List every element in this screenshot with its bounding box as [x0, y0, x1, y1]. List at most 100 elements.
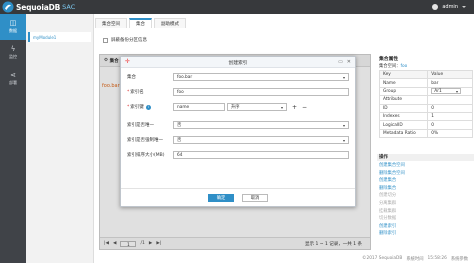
- index-name-row: *索引名 foo: [127, 88, 349, 96]
- op-create-collection[interactable]: 创建集合: [379, 177, 473, 185]
- system-params-link[interactable]: 系统参数: [451, 256, 468, 262]
- table-row: Attribute: [378, 95, 473, 105]
- attribute-table: Key Value Name bar Group Ar1 Attribute ID 0…: [378, 69, 473, 139]
- add-key-button[interactable]: +: [292, 104, 297, 111]
- op-drop-collection-space[interactable]: 删除集合空间: [379, 170, 473, 178]
- chevron-down-icon: [281, 106, 283, 109]
- op-create-collection-space[interactable]: 创建集合空间: [379, 162, 473, 170]
- key-cell: ID: [378, 103, 429, 113]
- value-cell: 0: [427, 103, 473, 113]
- tab-bar: 集合空间 集合 副助模式: [95, 14, 188, 28]
- dialog-footer: 确定 取消: [121, 188, 355, 206]
- index-name-label: 索引名: [130, 90, 144, 95]
- key-cell: LogicalID: [378, 120, 429, 130]
- share-icon: ⋖: [10, 71, 16, 79]
- tab-collection[interactable]: 集合: [129, 18, 152, 28]
- sort-buffer-input[interactable]: 64: [173, 151, 349, 159]
- time-label: 系统时间: [406, 256, 424, 262]
- cancel-button[interactable]: 取消: [242, 193, 268, 202]
- sidebar-title: 集合属性: [379, 57, 399, 62]
- sidebar-subtitle: 集合空间：foo: [379, 63, 474, 69]
- operations-header: 操作: [377, 154, 474, 161]
- user-menu[interactable]: admin: [432, 0, 466, 14]
- value-cell: 0: [427, 120, 473, 130]
- close-icon[interactable]: ✕: [347, 59, 351, 65]
- op-attach-cluster: 挂载集群: [379, 208, 397, 214]
- tab-assist-mode[interactable]: 副助模式: [154, 18, 186, 28]
- rail-item-data[interactable]: ◫ 数据: [0, 14, 26, 40]
- table-row: Group Ar1: [378, 86, 473, 97]
- enforced-select-value: 否: [177, 138, 182, 143]
- collection-row: 集合 foo.bar: [127, 73, 349, 81]
- enforced-label: 索引是否强制唯一: [127, 138, 163, 143]
- remove-key-button[interactable]: −: [302, 104, 307, 111]
- chevron-down-icon: [456, 90, 459, 93]
- op-create-index[interactable]: 创建索引: [379, 223, 473, 231]
- ok-button[interactable]: 确定: [208, 193, 234, 202]
- move-icon[interactable]: ✛: [125, 59, 130, 65]
- column-header: Key: [378, 69, 429, 80]
- value-cell: 1: [427, 111, 473, 122]
- table-header-row: Key Value: [378, 69, 473, 80]
- group-select[interactable]: Ar1: [431, 88, 462, 95]
- rail-item-monitor[interactable]: ϟ 监控: [0, 40, 26, 66]
- status-footer: ©2017 SequoiaDB 系统时间 15:58:26 系统参数: [99, 254, 474, 263]
- enforced-select[interactable]: 否: [173, 136, 349, 144]
- op-detach-cluster: 分离集群: [379, 200, 397, 206]
- required-mark: *: [127, 105, 130, 110]
- collection-label: 集合: [127, 75, 136, 80]
- partition-checkbox[interactable]: [103, 37, 108, 43]
- table-row: ID 0: [378, 103, 473, 113]
- subtitle-prefix: 集合空间：: [379, 64, 401, 69]
- index-key-field-input[interactable]: name: [173, 103, 225, 111]
- table-row: Indexes 1: [378, 111, 473, 122]
- top-bar: SequoiaDB SAC admin: [0, 0, 474, 14]
- rail-item-label: 监控: [9, 54, 17, 59]
- app-name: SequoiaDB: [16, 2, 61, 12]
- unique-select-value: 否: [177, 123, 182, 128]
- chevron-down-icon: [343, 76, 345, 79]
- operations-list: 创建集合空间 删除集合空间 创建集合 删除集合 创建切分 分离集群 挂载集群 切…: [379, 162, 473, 238]
- module-list: myModule1: [26, 14, 94, 263]
- rail-item-deploy[interactable]: ⋖ 部署: [0, 66, 26, 92]
- dialog-header: ✛ 创建索引 ▭ ✕: [121, 57, 355, 68]
- partition-option-label: 屏蔽备份分区信息: [111, 38, 147, 43]
- partition-option[interactable]: 屏蔽备份分区信息: [103, 37, 147, 43]
- index-name-input[interactable]: foo: [173, 88, 349, 96]
- unique-select[interactable]: 否: [173, 121, 349, 129]
- key-cell: Name: [378, 78, 429, 88]
- nav-rail: ◫ 数据 ϟ 监控 ⋖ 部署: [0, 14, 26, 263]
- maximize-icon[interactable]: ▭: [338, 59, 343, 65]
- sort-buffer-label: 索引排序大小(MB): [127, 153, 165, 158]
- subtitle-value[interactable]: foo: [400, 64, 407, 69]
- lightning-icon: ϟ: [10, 45, 16, 53]
- index-key-order-select[interactable]: 升序: [227, 103, 287, 111]
- collection-select-value: foo.bar: [177, 74, 193, 80]
- group-select-value: Ar1: [434, 89, 442, 95]
- table-row: Metadata Ratio 0%: [378, 128, 473, 139]
- info-icon[interactable]: i: [145, 104, 151, 110]
- unique-row: 索引是否唯一 否: [127, 121, 349, 129]
- username: admin: [442, 4, 458, 10]
- database-icon: ◫: [9, 19, 17, 27]
- column-header: Value: [427, 69, 473, 80]
- op-drop-collection[interactable]: 删除集合: [379, 185, 473, 193]
- value-cell: Ar1: [427, 86, 473, 97]
- sequoiadb-logo-icon: [2, 1, 14, 13]
- collection-select[interactable]: foo.bar: [173, 73, 349, 81]
- chevron-down-icon: [462, 6, 466, 8]
- key-cell: Indexes: [378, 111, 429, 122]
- op-split-data: 切分数据: [379, 216, 397, 222]
- module-item[interactable]: myModule1: [28, 32, 91, 42]
- index-key-label: 索引键: [130, 105, 144, 110]
- key-cell: Attribute: [378, 95, 429, 105]
- value-cell: bar: [427, 78, 473, 88]
- op-drop-index[interactable]: 删除索引: [379, 230, 473, 238]
- rail-item-label: 部署: [9, 80, 17, 85]
- table-row: Name bar: [378, 78, 473, 88]
- tab-collection-space[interactable]: 集合空间: [95, 18, 127, 28]
- index-key-row: *索引键 i name 升序 + −: [127, 103, 307, 111]
- dialog-title: 创建索引: [228, 60, 248, 66]
- sort-buffer-row: 索引排序大小(MB) 64: [127, 151, 349, 159]
- op-create-split: 创建切分: [379, 193, 397, 199]
